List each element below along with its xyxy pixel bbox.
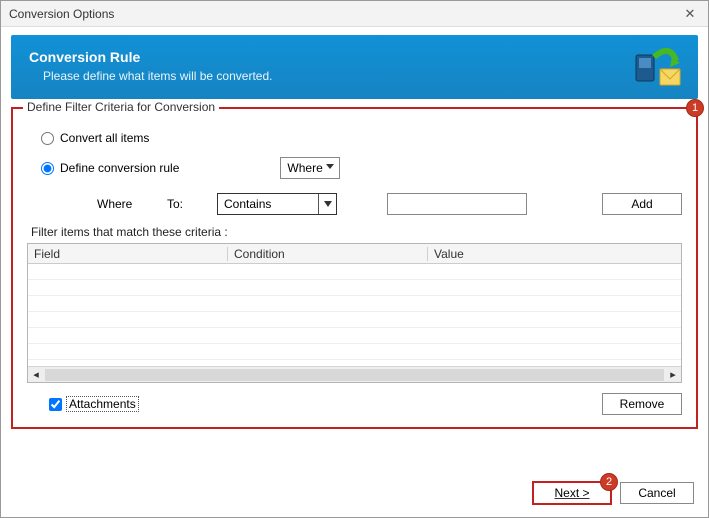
attachments-label: Attachments xyxy=(66,396,139,412)
scroll-left-icon[interactable]: ◂ xyxy=(28,367,44,383)
radio-convert-all-row: Convert all items xyxy=(41,131,682,145)
where-label: Where xyxy=(97,197,147,211)
banner-title: Conversion Rule xyxy=(29,49,680,65)
radio-convert-all[interactable] xyxy=(41,132,54,145)
table-header: Field Condition Value xyxy=(28,244,681,264)
dialog-content: Conversion Rule Please define what items… xyxy=(1,27,708,441)
fieldset-legend: Define Filter Criteria for Conversion xyxy=(23,100,219,114)
filter-criteria-fieldset: Define Filter Criteria for Conversion 1 … xyxy=(11,107,698,429)
next-button[interactable]: Next > 2 xyxy=(532,481,612,505)
scroll-right-icon[interactable]: ▸ xyxy=(665,367,681,383)
table-row[interactable] xyxy=(28,264,681,280)
value-input[interactable] xyxy=(387,193,527,215)
dropdown-button xyxy=(318,194,336,214)
filter-builder-row: Where To: Contains Add xyxy=(97,193,682,215)
step-badge-2: 2 xyxy=(600,473,618,491)
window-title: Conversion Options xyxy=(9,7,680,21)
radio-define-rule-label: Define conversion rule xyxy=(60,161,179,175)
criteria-caption: Filter items that match these criteria : xyxy=(31,225,682,239)
banner-subtitle: Please define what items will be convert… xyxy=(43,69,680,83)
criteria-table: Field Condition Value ◂ ▸ xyxy=(27,243,682,383)
titlebar: Conversion Options ✕ xyxy=(1,1,708,27)
next-label: Next > xyxy=(554,486,589,500)
mailbox-icon xyxy=(634,45,682,89)
fieldset-bottom-row: Attachments Remove xyxy=(27,393,682,415)
col-condition[interactable]: Condition xyxy=(228,247,428,261)
radio-convert-all-label: Convert all items xyxy=(60,131,149,145)
close-icon[interactable]: ✕ xyxy=(680,6,700,22)
dialog-footer: Next > 2 Cancel xyxy=(532,481,694,505)
table-row[interactable] xyxy=(28,328,681,344)
step-badge-1: 1 xyxy=(686,99,704,117)
horizontal-scrollbar[interactable]: ◂ ▸ xyxy=(28,366,681,382)
dialog-window: Conversion Options ✕ Conversion Rule Ple… xyxy=(0,0,709,518)
condition-dropdown[interactable]: Contains xyxy=(217,193,337,215)
table-body xyxy=(28,264,681,364)
remove-button[interactable]: Remove xyxy=(602,393,682,415)
caret-down-icon xyxy=(324,201,332,207)
where-dropdown[interactable]: Where xyxy=(280,157,340,179)
table-row[interactable] xyxy=(28,296,681,312)
radio-define-rule-row: Define conversion rule Where xyxy=(41,157,682,179)
col-field[interactable]: Field xyxy=(28,247,228,261)
table-row[interactable] xyxy=(28,280,681,296)
to-label: To: xyxy=(167,197,197,211)
col-value[interactable]: Value xyxy=(428,247,681,261)
table-row[interactable] xyxy=(28,312,681,328)
chevron-down-icon xyxy=(326,164,334,169)
add-button[interactable]: Add xyxy=(602,193,682,215)
where-dropdown-value: Where xyxy=(287,161,322,175)
attachments-checkbox[interactable] xyxy=(49,398,62,411)
banner: Conversion Rule Please define what items… xyxy=(11,35,698,99)
cancel-button[interactable]: Cancel xyxy=(620,482,694,504)
table-row[interactable] xyxy=(28,344,681,360)
attachments-checkbox-wrap[interactable]: Attachments xyxy=(49,396,139,412)
condition-value: Contains xyxy=(224,197,271,211)
radio-define-rule[interactable] xyxy=(41,162,54,175)
scroll-track[interactable] xyxy=(45,369,664,381)
